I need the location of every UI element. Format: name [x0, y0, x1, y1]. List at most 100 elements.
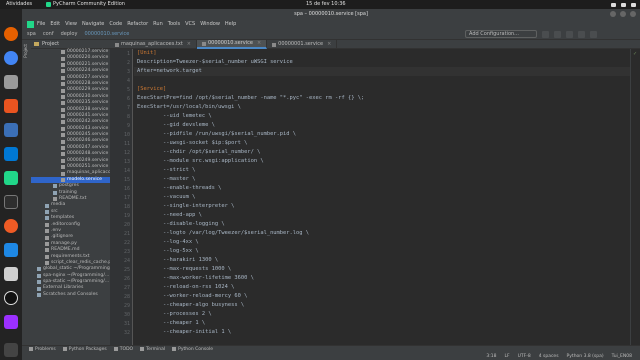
- breadcrumb-file[interactable]: 00000010.service: [84, 31, 129, 37]
- editor-scrollbar[interactable]: ✓: [630, 49, 640, 345]
- code-line[interactable]: --pidfile /run/uwsgi/$serial_number.pid …: [137, 130, 296, 139]
- pycharm-dock-icon[interactable]: [4, 171, 18, 185]
- tree-folder[interactable]: Scratches and Consoles: [31, 292, 110, 298]
- search-icon[interactable]: [578, 31, 585, 38]
- chrome-icon[interactable]: [4, 51, 18, 65]
- menu-help[interactable]: Help: [225, 19, 236, 29]
- menu-view[interactable]: View: [65, 19, 77, 29]
- breadcrumb-deploy[interactable]: deploy: [61, 31, 78, 37]
- app-menu[interactable]: PyCharm Community Edition: [46, 0, 125, 9]
- python-interpreter[interactable]: Python 3.8 (spa): [567, 354, 604, 359]
- vscode-icon[interactable]: [4, 147, 18, 161]
- menu-code[interactable]: Code: [109, 19, 122, 29]
- tree-item-label: Scratches and Consoles: [43, 291, 98, 297]
- file-encoding[interactable]: UTF-8: [518, 354, 531, 359]
- minimize-icon[interactable]: [610, 11, 616, 17]
- menu-vcs[interactable]: VCS: [185, 19, 195, 29]
- code-line[interactable]: --single-interpreter \: [137, 202, 234, 211]
- code-line[interactable]: --chdir /opt/$serial_number/ \: [137, 148, 260, 157]
- terminal-icon[interactable]: [4, 195, 18, 209]
- code-line[interactable]: --gid devsleme \: [137, 121, 215, 130]
- indent-setting[interactable]: 4 spaces: [539, 354, 559, 359]
- close-tab-icon[interactable]: ×: [187, 40, 191, 49]
- clock[interactable]: 15 de fev 10:36: [306, 0, 346, 9]
- close-tab-icon[interactable]: ×: [257, 39, 261, 48]
- breadcrumb-conf[interactable]: conf: [43, 31, 54, 37]
- activities-button[interactable]: Atividades: [6, 0, 32, 9]
- run-icon[interactable]: [542, 31, 549, 38]
- project-panel-header[interactable]: Project: [31, 40, 110, 49]
- code-line[interactable]: --module src.wsgi:application \: [137, 157, 264, 166]
- breadcrumb-project[interactable]: spa: [27, 31, 36, 37]
- firefox-icon[interactable]: [4, 27, 18, 41]
- git-branch[interactable]: Tui_EN08: [612, 354, 632, 359]
- menu-edit[interactable]: Edit: [50, 19, 60, 29]
- menu-tools[interactable]: Tools: [168, 19, 180, 29]
- code-line[interactable]: --uwsgi-socket $ip:$port \: [137, 139, 247, 148]
- code-line[interactable]: --processes 2 \: [137, 310, 212, 319]
- code-line[interactable]: --cheaper-initial 1 \: [137, 328, 231, 337]
- line-number: 7: [126, 105, 130, 111]
- tab-maquinas-aplicacoes[interactable]: maquinas_aplicacoes.txt ×: [110, 40, 197, 49]
- python-packages-tool-button[interactable]: Python Packages: [62, 347, 107, 352]
- run-configuration-select[interactable]: Add Configuration...: [465, 30, 537, 38]
- code-editor[interactable]: [Unit] Description=Tweezer-$serial_number…: [134, 49, 630, 345]
- line-separator[interactable]: LF: [504, 354, 509, 359]
- code-line[interactable]: --reload-on-rss 1024 \: [137, 283, 234, 292]
- tab-00000010-service[interactable]: 00000010.service ×: [197, 39, 268, 49]
- problems-tool-button[interactable]: Problems: [29, 347, 56, 352]
- code-line[interactable]: --master \: [137, 175, 195, 184]
- software-icon[interactable]: [4, 99, 18, 113]
- text-editor-icon[interactable]: [4, 123, 18, 137]
- code-line[interactable]: ExecStartPre=find /opt/$serial_number -n…: [137, 94, 364, 103]
- code-line[interactable]: --log-4xx \: [137, 238, 199, 247]
- settings-icon[interactable]: [590, 31, 597, 38]
- menu-refactor[interactable]: Refactor: [127, 19, 148, 29]
- folder-icon: [34, 42, 39, 46]
- code-line[interactable]: Description=Tweezer-$serial_number uWSGI…: [137, 58, 293, 67]
- code-line[interactable]: --strict \: [137, 166, 195, 175]
- debug-icon[interactable]: [554, 31, 561, 38]
- project-tool-button[interactable]: Project: [23, 44, 30, 58]
- close-icon[interactable]: [630, 11, 636, 17]
- files-icon[interactable]: [4, 75, 18, 89]
- menu-file[interactable]: File: [37, 19, 45, 29]
- window-titlebar[interactable]: spa – 00000010.service [spa]: [22, 9, 640, 19]
- tab-00000001-service[interactable]: 00000001.service ×: [267, 40, 338, 49]
- menu-window[interactable]: Window: [200, 19, 220, 29]
- stop-icon[interactable]: [566, 31, 573, 38]
- code-line[interactable]: --worker-reload-mercy 60 \: [137, 292, 247, 301]
- show-apps-icon[interactable]: [4, 343, 18, 357]
- line-number-gutter[interactable]: 1 2 3 4 5 6 7 8 9 10 11 12 13 14 15 16 17 18 19 20 21 22 23 24 2…: [110, 49, 133, 345]
- code-line[interactable]: [Unit]: [137, 49, 156, 58]
- code-line[interactable]: --disable-logging \: [137, 220, 225, 229]
- menu-navigate[interactable]: Navigate: [82, 19, 104, 29]
- code-line[interactable]: [Service]: [137, 85, 166, 94]
- postman-icon[interactable]: [4, 219, 18, 233]
- system-tray[interactable]: [611, 0, 636, 9]
- code-line[interactable]: --harakiri 1300 \: [137, 256, 218, 265]
- media-icon[interactable]: [4, 315, 18, 329]
- code-line[interactable]: --enable-threads \: [137, 184, 221, 193]
- cursor-position[interactable]: 3:18: [486, 354, 496, 359]
- code-line[interactable]: --cheaper-algo busyness \: [137, 301, 244, 310]
- code-line[interactable]: --max-requests 1000 \: [137, 265, 231, 274]
- obs-icon[interactable]: [4, 291, 18, 305]
- code-line[interactable]: ExecStart=/usr/local/bin/uwsgi \: [137, 103, 241, 112]
- maximize-icon[interactable]: [620, 11, 626, 17]
- todo-tool-button[interactable]: TODO: [113, 347, 133, 352]
- slack-icon[interactable]: [4, 267, 18, 281]
- close-tab-icon[interactable]: ×: [327, 40, 331, 49]
- python-console-tool-button[interactable]: Python Console: [172, 347, 213, 352]
- code-line[interactable]: --vacuum \: [137, 193, 195, 202]
- menu-run[interactable]: Run: [153, 19, 163, 29]
- code-line[interactable]: --log-5xx \: [137, 247, 199, 256]
- code-line[interactable]: --logto /var/log/Tweezer/$serial_number.…: [137, 229, 309, 238]
- code-line[interactable]: --uid lemetec \: [137, 112, 212, 121]
- code-line[interactable]: --need-app \: [137, 211, 202, 220]
- code-line[interactable]: --cheaper 1 \: [137, 319, 205, 328]
- dbeaver-icon[interactable]: [4, 243, 18, 257]
- code-line[interactable]: --max-worker-lifetime 3600 \: [137, 274, 254, 283]
- terminal-tool-button[interactable]: Terminal: [140, 347, 165, 352]
- code-line[interactable]: After=network.target: [134, 67, 630, 76]
